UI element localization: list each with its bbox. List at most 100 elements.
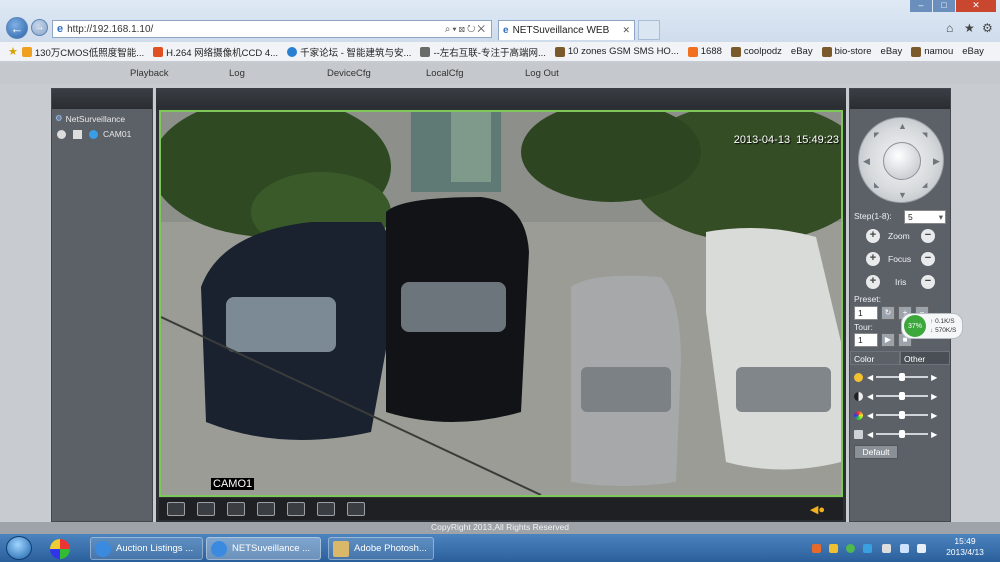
favorites-icon[interactable]: ★ — [8, 45, 18, 58]
preset-input[interactable]: 1 — [854, 306, 878, 320]
forward-button[interactable]: → — [31, 19, 48, 36]
ptz-up-icon[interactable]: ▲ — [898, 121, 907, 131]
pinned-app-icon[interactable] — [50, 539, 70, 559]
saturation-slider[interactable]: ◀ ▶ — [854, 409, 948, 421]
slider-left-icon[interactable]: ◀ — [867, 373, 873, 382]
address-bar[interactable]: e http://192.168.1.10/ ⌕▾⊠↻✕ — [52, 20, 492, 38]
favorites-star-icon[interactable]: ★ — [964, 21, 975, 35]
preset-goto-button[interactable]: ↻ — [881, 306, 895, 320]
slider-right-icon[interactable]: ▶ — [931, 430, 937, 439]
favorite-link[interactable]: --左右互联-专注于高端网... — [420, 45, 546, 59]
slider-knob[interactable] — [899, 373, 906, 381]
tree-root[interactable]: ⚙ NetSurveillance — [55, 113, 125, 124]
ptz-upleft-icon[interactable]: ◤ — [874, 131, 879, 139]
contrast-slider[interactable]: ◀ ▶ — [854, 390, 948, 402]
slider-knob[interactable] — [899, 430, 906, 438]
record-icon[interactable] — [57, 129, 66, 139]
maximize-window-button[interactable]: □ — [933, 0, 955, 12]
step-select[interactable]: 5 ▾ — [904, 210, 946, 224]
slider-knob[interactable] — [899, 411, 906, 419]
tray-app-icon[interactable] — [846, 544, 855, 553]
slider-track[interactable] — [876, 411, 929, 419]
single-view-icon[interactable] — [197, 502, 215, 516]
slider-track[interactable] — [876, 430, 929, 438]
ptz-left-icon[interactable]: ◀ — [863, 156, 870, 167]
menu-localcfg[interactable]: LocalCfg — [426, 68, 464, 79]
favorite-link[interactable]: 10 zones GSM SMS HO... — [554, 46, 679, 57]
tray-shield-icon[interactable] — [863, 544, 872, 553]
ptz-upright-icon[interactable]: ◥ — [922, 131, 927, 139]
favorite-link[interactable]: coolpodz — [730, 46, 782, 57]
tab-other[interactable]: Other — [900, 351, 950, 365]
network-signal-icon[interactable] — [900, 544, 909, 553]
tab-color[interactable]: Color — [850, 351, 900, 365]
start-button[interactable] — [6, 536, 32, 560]
favorite-link[interactable]: eBay — [791, 46, 813, 57]
favorite-link[interactable]: eBay — [962, 46, 984, 57]
ptz-down-icon[interactable]: ▼ — [898, 190, 907, 200]
menu-logout[interactable]: Log Out — [525, 68, 559, 79]
camera-video-view[interactable]: 2013-04-13 15:49:23 CAMO1 — [159, 110, 843, 497]
tray-app-icon[interactable] — [812, 544, 821, 553]
play-icon[interactable] — [73, 129, 82, 139]
favorite-link[interactable]: 1688 — [687, 46, 722, 57]
tray-app-icon[interactable] — [829, 544, 838, 553]
address-tools-icons[interactable]: ⌕▾⊠↻✕ — [445, 24, 491, 35]
ptz-direction-pad[interactable]: ▲ ▼ ◀ ▶ ◤ ◥ ◣ ◢ — [858, 117, 944, 203]
menu-devicecfg[interactable]: DeviceCfg — [327, 68, 371, 79]
system-clock[interactable]: 15:49 2013/4/13 — [937, 536, 993, 558]
ptz-downleft-icon[interactable]: ◣ — [874, 181, 879, 189]
slider-track[interactable] — [876, 373, 929, 381]
focus-out-button[interactable]: − — [921, 252, 935, 266]
tray-flag-icon[interactable] — [882, 544, 891, 553]
slider-left-icon[interactable]: ◀ — [867, 392, 873, 401]
favorite-link[interactable]: H.264 网络摄像机CCD 4... — [153, 45, 278, 59]
brightness-slider[interactable]: ◀ ▶ — [854, 371, 948, 383]
back-button[interactable]: ← — [6, 17, 28, 39]
ptz-downright-icon[interactable]: ◢ — [922, 181, 927, 189]
taskbar-item-auction[interactable]: Auction Listings ... — [90, 537, 203, 560]
new-tab-button[interactable] — [638, 20, 660, 40]
taskbar-item-netsuveillance[interactable]: NETSuveillance ... — [206, 537, 321, 560]
volume-icon[interactable] — [917, 544, 926, 553]
favorite-link[interactable]: bio-store — [821, 46, 872, 57]
snapshot-icon[interactable] — [227, 502, 245, 516]
slider-right-icon[interactable]: ▶ — [931, 373, 937, 382]
zoom-in-button[interactable]: + — [866, 229, 880, 243]
gear-icon[interactable]: ⚙ — [982, 21, 993, 35]
hue-slider[interactable]: ◀ ▶ — [854, 428, 948, 440]
speaker-icon[interactable]: ◀● — [810, 503, 825, 516]
default-button[interactable]: Default — [854, 445, 898, 459]
focus-in-button[interactable]: + — [866, 252, 880, 266]
ptz-center-button[interactable] — [883, 142, 921, 180]
menu-playback[interactable]: Playback — [130, 68, 169, 79]
slider-left-icon[interactable]: ◀ — [867, 411, 873, 420]
fullscreen-icon[interactable] — [167, 502, 185, 516]
zoom-out-button[interactable]: − — [921, 229, 935, 243]
taskbar-item-photoshop[interactable]: Adobe Photosh... — [328, 537, 434, 560]
image-icon[interactable] — [287, 502, 305, 516]
close-tab-icon[interactable]: ✕ — [622, 25, 630, 36]
slider-left-icon[interactable]: ◀ — [867, 430, 873, 439]
ptz-right-icon[interactable]: ▶ — [933, 156, 940, 167]
slider-track[interactable] — [876, 392, 929, 400]
favorite-link[interactable]: 130万CMOS低照度智能... — [21, 45, 144, 59]
favorite-link[interactable]: 千家论坛 - 智能建筑与安... — [287, 45, 411, 59]
home-icon[interactable]: ⌂ — [946, 21, 953, 35]
iris-open-button[interactable]: + — [866, 275, 880, 289]
close-window-button[interactable]: ✕ — [956, 0, 996, 12]
tree-camera-item[interactable]: CAM01 — [57, 129, 131, 139]
iris-close-button[interactable]: − — [921, 275, 935, 289]
record-button[interactable] — [257, 502, 275, 516]
tour-start-button[interactable]: ▶ — [881, 333, 895, 347]
minimize-window-button[interactable]: – — [910, 0, 932, 12]
slider-right-icon[interactable]: ▶ — [931, 411, 937, 420]
tour-input[interactable]: 1 — [854, 333, 878, 347]
favorite-link[interactable]: eBay — [881, 46, 903, 57]
menu-log[interactable]: Log — [229, 68, 245, 79]
talk-icon[interactable] — [317, 502, 335, 516]
slider-knob[interactable] — [899, 392, 906, 400]
stop-icon[interactable] — [347, 502, 365, 516]
network-monitor-widget[interactable]: 37% ↑ 0.1K/S ↓ 570K/S — [901, 313, 963, 339]
browser-tab[interactable]: e NETSuveillance WEB ✕ — [498, 20, 635, 40]
